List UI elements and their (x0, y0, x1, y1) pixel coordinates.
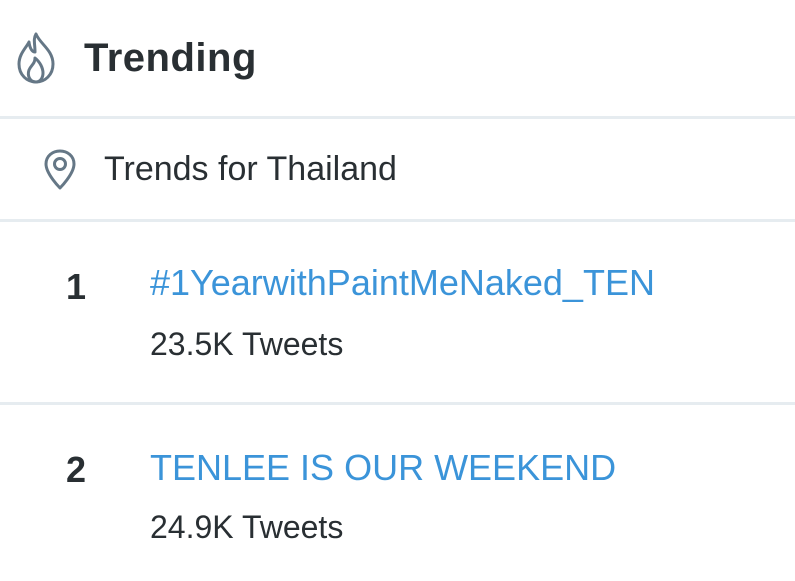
trends-panel: Trending Trends for Thailand 1 #1Yearwit… (0, 0, 795, 581)
trend-tweet-count: 24.9K Tweets (150, 509, 344, 545)
location-label: Trends for Thailand (104, 149, 397, 188)
trends-location-row[interactable]: Trends for Thailand (0, 119, 795, 219)
trend-link[interactable]: TENLEE IS OUR WEEKEND (150, 447, 616, 489)
trend-tweet-count: 23.5K Tweets (150, 326, 344, 362)
trend-rank: 1 (66, 266, 87, 307)
location-pin-icon (40, 147, 80, 191)
page-title: Trending (84, 35, 257, 80)
trend-item-2[interactable]: 2 TENLEE IS OUR WEEKEND 24.9K Tweets (0, 405, 795, 581)
trend-link[interactable]: #1YearwithPaintMeNaked_TEN (150, 262, 655, 304)
trend-item-1[interactable]: 1 #1YearwithPaintMeNaked_TEN 23.5K Tweet… (0, 222, 795, 402)
flame-icon (10, 28, 62, 88)
trend-rank: 2 (66, 449, 87, 490)
trends-header: Trending (0, 0, 795, 116)
